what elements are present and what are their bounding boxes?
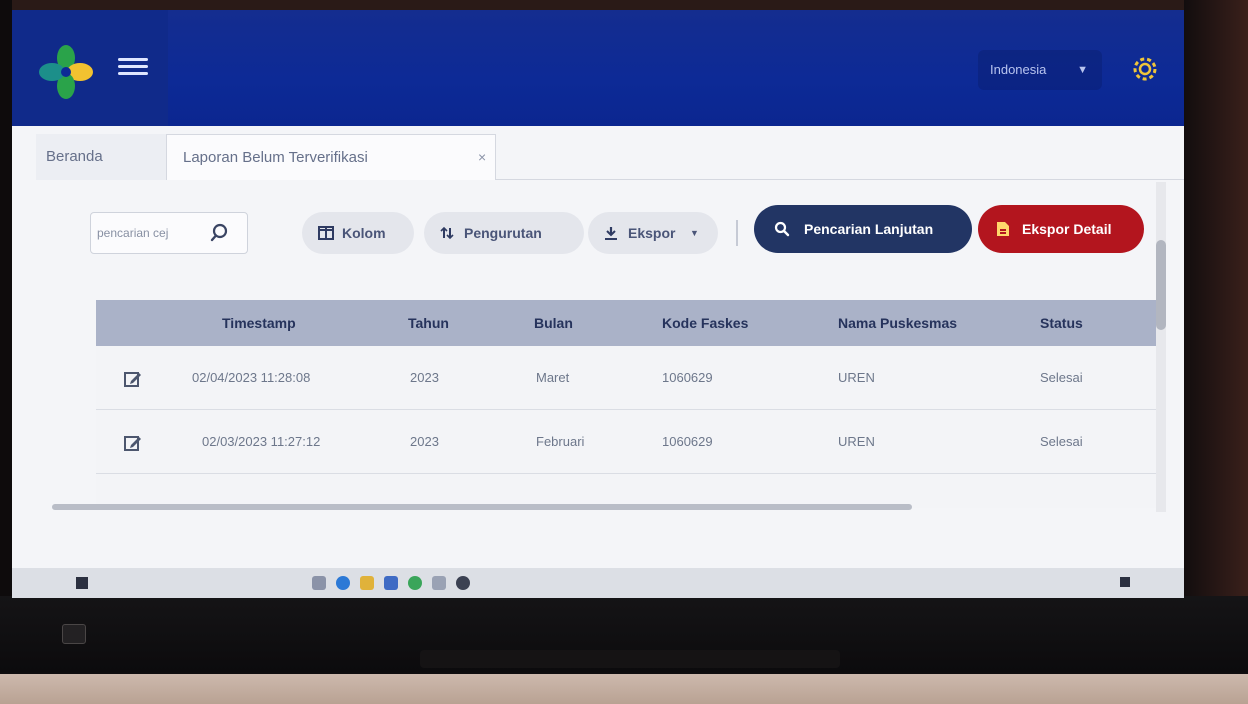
screen: Indonesia ▼ Beranda Laporan Belum Terver…: [12, 10, 1184, 598]
cell-status: Selesai: [1040, 370, 1083, 385]
horizontal-scrollbar[interactable]: [52, 504, 912, 510]
os-taskbar: [12, 568, 1184, 598]
store-icon[interactable]: [384, 576, 398, 590]
menu-toggle-button[interactable]: [118, 54, 148, 82]
ekspor-label: Ekspor: [628, 225, 676, 241]
close-icon[interactable]: ×: [478, 134, 486, 180]
taskview-icon[interactable]: [312, 576, 326, 590]
logo-icon: [39, 45, 93, 99]
search-input[interactable]: [97, 221, 201, 245]
start-icon[interactable]: [76, 577, 88, 589]
column-header-nama-puskesmas[interactable]: Nama Puskesmas: [838, 300, 957, 346]
app-icon[interactable]: [432, 576, 446, 590]
column-header-tahun[interactable]: Tahun: [408, 300, 449, 346]
table-row: 02/04/2023 11:28:08 2023 Maret 1060629 U…: [96, 346, 1156, 410]
vertical-scrollbar-track[interactable]: [1156, 182, 1166, 512]
monitor-logo: [62, 624, 86, 644]
cell-bulan: Februari: [536, 434, 585, 449]
pencarian-lanjutan-button[interactable]: Pencarian Lanjutan: [754, 205, 972, 253]
cell-kode-faskes: 1060629: [662, 434, 713, 449]
toolbar-divider: [736, 220, 738, 246]
data-table: Timestamp Tahun Bulan Kode Faskes Nama P…: [96, 300, 1156, 508]
table-header: Timestamp Tahun Bulan Kode Faskes Nama P…: [96, 300, 1156, 346]
app-header: Indonesia ▼: [12, 10, 1184, 126]
search-box: [90, 212, 248, 254]
edit-icon[interactable]: [124, 370, 142, 388]
language-select[interactable]: Indonesia ▼: [978, 50, 1102, 90]
cell-timestamp: 02/04/2023 11:28:08: [192, 370, 311, 385]
file-icon: [996, 205, 1010, 253]
column-header-status[interactable]: Status: [1040, 300, 1083, 346]
monitor-stand: [420, 650, 840, 668]
columns-icon: [318, 212, 334, 254]
table-row: [96, 474, 1156, 508]
edit-icon[interactable]: [124, 434, 142, 452]
desk-surface: [0, 674, 1248, 704]
ekspor-detail-button[interactable]: Ekspor Detail: [978, 205, 1144, 253]
cell-bulan: Maret: [536, 370, 570, 385]
tab-laporan-belum-terverifikasi[interactable]: Laporan Belum Terverifikasi: [166, 134, 496, 180]
column-header-bulan[interactable]: Bulan: [534, 300, 573, 346]
app-icon[interactable]: [456, 576, 470, 590]
settings-icon[interactable]: [1128, 52, 1162, 86]
cell-kode-faskes: 1060629: [662, 370, 713, 385]
pengurutan-label: Pengurutan: [464, 225, 542, 241]
cell-timestamp: 02/03/2023 11:27:12: [202, 434, 321, 449]
kolom-label: Kolom: [342, 225, 386, 241]
cell-nama-puskesmas: UREN: [838, 434, 875, 449]
download-icon: [604, 212, 618, 254]
menu-icon: [118, 58, 148, 61]
chevron-down-icon: ▼: [690, 228, 699, 238]
edge-icon[interactable]: [336, 576, 350, 590]
search-icon[interactable]: [209, 223, 229, 243]
tab-beranda[interactable]: Beranda: [36, 134, 166, 180]
pencarian-lanjutan-label: Pencarian Lanjutan: [804, 221, 934, 237]
pengurutan-button[interactable]: Pengurutan: [424, 212, 584, 254]
kolom-button[interactable]: Kolom: [302, 212, 414, 254]
vertical-scrollbar-thumb[interactable]: [1156, 240, 1166, 330]
search-icon: [774, 205, 790, 253]
ekspor-button[interactable]: Ekspor ▼: [588, 212, 718, 254]
cell-status: Selesai: [1040, 434, 1083, 449]
tab-label: Laporan Belum Terverifikasi: [183, 149, 368, 166]
chevron-down-icon: ▼: [1077, 64, 1088, 76]
chrome-icon[interactable]: [408, 576, 422, 590]
tab-bar: Beranda Laporan Belum Terverifikasi ×: [36, 134, 1184, 180]
ekspor-detail-label: Ekspor Detail: [1022, 221, 1112, 237]
cell-tahun: 2023: [410, 434, 439, 449]
language-label: Indonesia: [990, 62, 1047, 77]
cell-nama-puskesmas: UREN: [838, 370, 875, 385]
folder-icon[interactable]: [360, 576, 374, 590]
column-header-kode-faskes[interactable]: Kode Faskes: [662, 300, 748, 346]
column-header-timestamp[interactable]: Timestamp: [222, 300, 296, 346]
table-row: 02/03/2023 11:27:12 2023 Februari 106062…: [96, 410, 1156, 474]
notification-icon[interactable]: [1120, 577, 1130, 587]
cell-tahun: 2023: [410, 370, 439, 385]
sort-icon: [440, 212, 454, 254]
